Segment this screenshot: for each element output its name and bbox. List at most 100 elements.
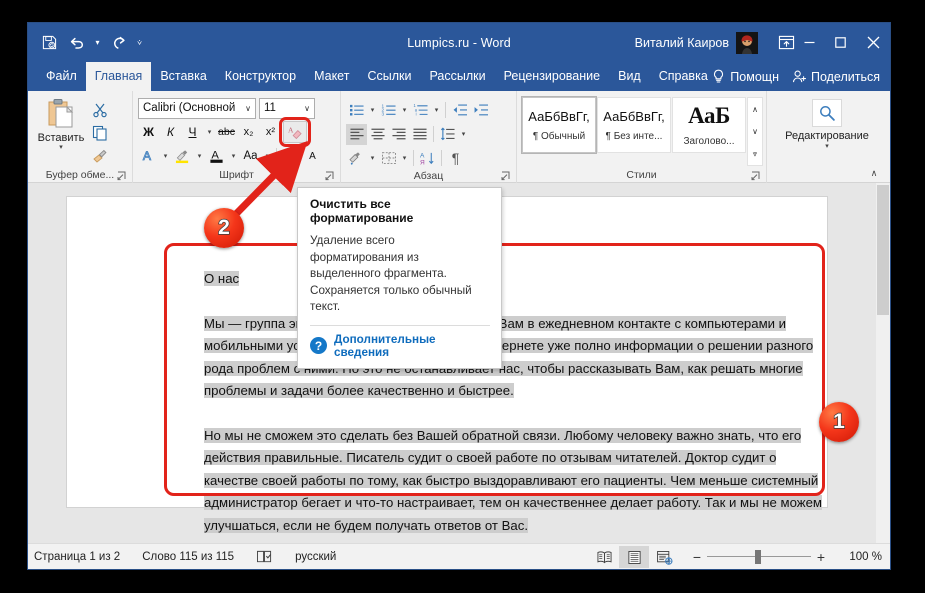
tab-home[interactable]: Главная	[86, 62, 152, 91]
tab-view[interactable]: Вид	[609, 62, 650, 91]
tab-references[interactable]: Ссылки	[358, 62, 420, 91]
maximize-button[interactable]	[825, 23, 856, 62]
print-layout-icon[interactable]	[619, 546, 649, 568]
page-indicator[interactable]: Страница 1 из 2	[34, 551, 120, 563]
align-left-button[interactable]	[346, 124, 367, 145]
styles-scroll-down-icon[interactable]: ∨	[748, 120, 762, 142]
bullets-button[interactable]	[346, 100, 367, 121]
read-mode-icon[interactable]	[589, 546, 619, 568]
text-effects-button[interactable]: A	[138, 146, 159, 167]
undo-dropdown-icon[interactable]: ▾	[91, 30, 104, 55]
paste-button[interactable]: Вставить ▾	[33, 95, 89, 166]
bold-button[interactable]: Ж	[138, 122, 159, 143]
tab-help[interactable]: Справка	[650, 62, 717, 91]
tab-layout[interactable]: Макет	[305, 62, 358, 91]
format-painter-button[interactable]	[89, 145, 111, 166]
numbering-button[interactable]: 123	[378, 100, 399, 121]
account-area[interactable]: Виталий Каиров	[635, 23, 758, 62]
cut-button[interactable]	[89, 99, 111, 120]
underline-dropdown-icon[interactable]: ▾	[204, 122, 215, 143]
avatar[interactable]	[736, 32, 758, 54]
sort-button[interactable]: AЯ	[417, 148, 438, 169]
zoom-out-button[interactable]: −	[687, 549, 707, 565]
save-icon[interactable]	[37, 30, 62, 55]
word-count[interactable]: Слово 115 из 115	[142, 551, 234, 563]
align-right-button[interactable]	[388, 124, 409, 145]
tab-review[interactable]: Рецензирование	[495, 62, 610, 91]
increase-indent-button[interactable]	[470, 100, 491, 121]
tab-design[interactable]: Конструктор	[216, 62, 305, 91]
clear-formatting-tooltip: Очистить все форматирование Удаление все…	[297, 187, 502, 369]
tab-mailings[interactable]: Рассылки	[420, 62, 494, 91]
subscript-button[interactable]: x₂	[238, 122, 259, 143]
line-spacing-dropdown-icon[interactable]: ▾	[458, 124, 469, 145]
language-indicator[interactable]: русский	[295, 551, 336, 563]
zoom-slider-thumb[interactable]	[755, 550, 761, 564]
underline-button[interactable]: Ч	[182, 122, 203, 143]
numbering-dropdown-icon[interactable]: ▾	[399, 100, 410, 121]
highlight-dropdown-icon[interactable]: ▾	[194, 146, 205, 167]
multilevel-dropdown-icon[interactable]: ▾	[431, 100, 442, 121]
zoom-in-button[interactable]: +	[811, 549, 831, 565]
tooltip-more-info-link[interactable]: Дополнительные сведения	[334, 333, 490, 359]
tooltip-link-row[interactable]: ? Дополнительные сведения	[310, 333, 490, 359]
change-case-dropdown-icon[interactable]: ▾	[262, 146, 273, 167]
change-case-button[interactable]: Aa	[240, 146, 261, 167]
close-button[interactable]	[856, 23, 890, 62]
tell-me-search[interactable]: Помощн	[708, 69, 783, 84]
scrollbar-thumb[interactable]	[877, 185, 889, 315]
proofing-icon[interactable]	[256, 549, 273, 564]
text-effects-dropdown-icon[interactable]: ▾	[160, 146, 171, 167]
line-spacing-button[interactable]	[437, 124, 458, 145]
superscript-button[interactable]: x²	[260, 122, 281, 143]
styles-dialog-launcher[interactable]	[750, 170, 761, 181]
borders-button[interactable]	[378, 148, 399, 169]
clear-formatting-button[interactable]: A	[283, 121, 307, 143]
text-highlight-button[interactable]	[172, 146, 193, 167]
font-size-combo[interactable]: 11 ∨	[259, 98, 315, 119]
editing-dropdown-icon[interactable]: ▾	[825, 142, 829, 150]
shrink-font-button[interactable]: A	[302, 146, 323, 167]
show-formatting-marks-button[interactable]: ¶	[445, 148, 466, 169]
style-item-no-spacing[interactable]: АаБбВвГг, ¶ Без инте...	[597, 97, 671, 153]
search-icon[interactable]	[812, 99, 842, 127]
vertical-scrollbar[interactable]	[876, 183, 890, 543]
font-color-button[interactable]: A	[206, 146, 227, 167]
style-item-normal[interactable]: АаБбВвГг, ¶ Обычный	[522, 97, 596, 153]
font-color-dropdown-icon[interactable]: ▾	[228, 146, 239, 167]
styles-more-icon[interactable]: ⩔	[748, 143, 762, 165]
multilevel-list-button[interactable]: 1ai	[410, 100, 431, 121]
font-name-combo[interactable]: Calibri (Основной ∨	[138, 98, 256, 119]
bullets-dropdown-icon[interactable]: ▾	[367, 100, 378, 121]
font-size-chevron-down-icon[interactable]: ∨	[302, 104, 312, 113]
web-layout-icon[interactable]	[649, 546, 679, 568]
borders-dropdown-icon[interactable]: ▾	[399, 148, 410, 169]
tab-insert[interactable]: Вставка	[151, 62, 215, 91]
justify-button[interactable]	[409, 124, 430, 145]
copy-button[interactable]	[89, 122, 111, 143]
undo-icon[interactable]	[64, 30, 89, 55]
redo-icon[interactable]	[106, 30, 131, 55]
decrease-indent-button[interactable]	[449, 100, 470, 121]
paste-dropdown-icon[interactable]: ▾	[59, 144, 63, 152]
customize-qat-icon[interactable]: ⩒	[133, 30, 146, 55]
zoom-slider[interactable]	[707, 544, 811, 570]
grow-font-button[interactable]: A	[280, 146, 301, 167]
zoom-percent[interactable]: 100 %	[840, 551, 882, 563]
paragraph-dialog-launcher[interactable]	[500, 170, 511, 181]
strikethrough-button[interactable]: abc	[216, 122, 237, 143]
font-dialog-launcher[interactable]	[324, 170, 335, 181]
collapse-ribbon-icon[interactable]: ∧	[867, 166, 881, 180]
italic-button[interactable]: К	[160, 122, 181, 143]
clipboard-dialog-launcher[interactable]	[116, 170, 127, 181]
shading-dropdown-icon[interactable]: ▾	[367, 148, 378, 169]
shading-button[interactable]	[346, 148, 367, 169]
minimize-button[interactable]	[794, 23, 825, 62]
font-name-chevron-down-icon[interactable]: ∨	[243, 104, 253, 113]
share-button[interactable]: Поделиться	[788, 69, 884, 84]
style-item-heading[interactable]: АаБ Заголово...	[672, 97, 746, 153]
styles-scroll-up-icon[interactable]: ∧	[748, 98, 762, 120]
tab-file[interactable]: Файл	[37, 62, 86, 91]
align-center-button[interactable]	[367, 124, 388, 145]
editing-button[interactable]: Редактирование ▾	[785, 95, 869, 166]
